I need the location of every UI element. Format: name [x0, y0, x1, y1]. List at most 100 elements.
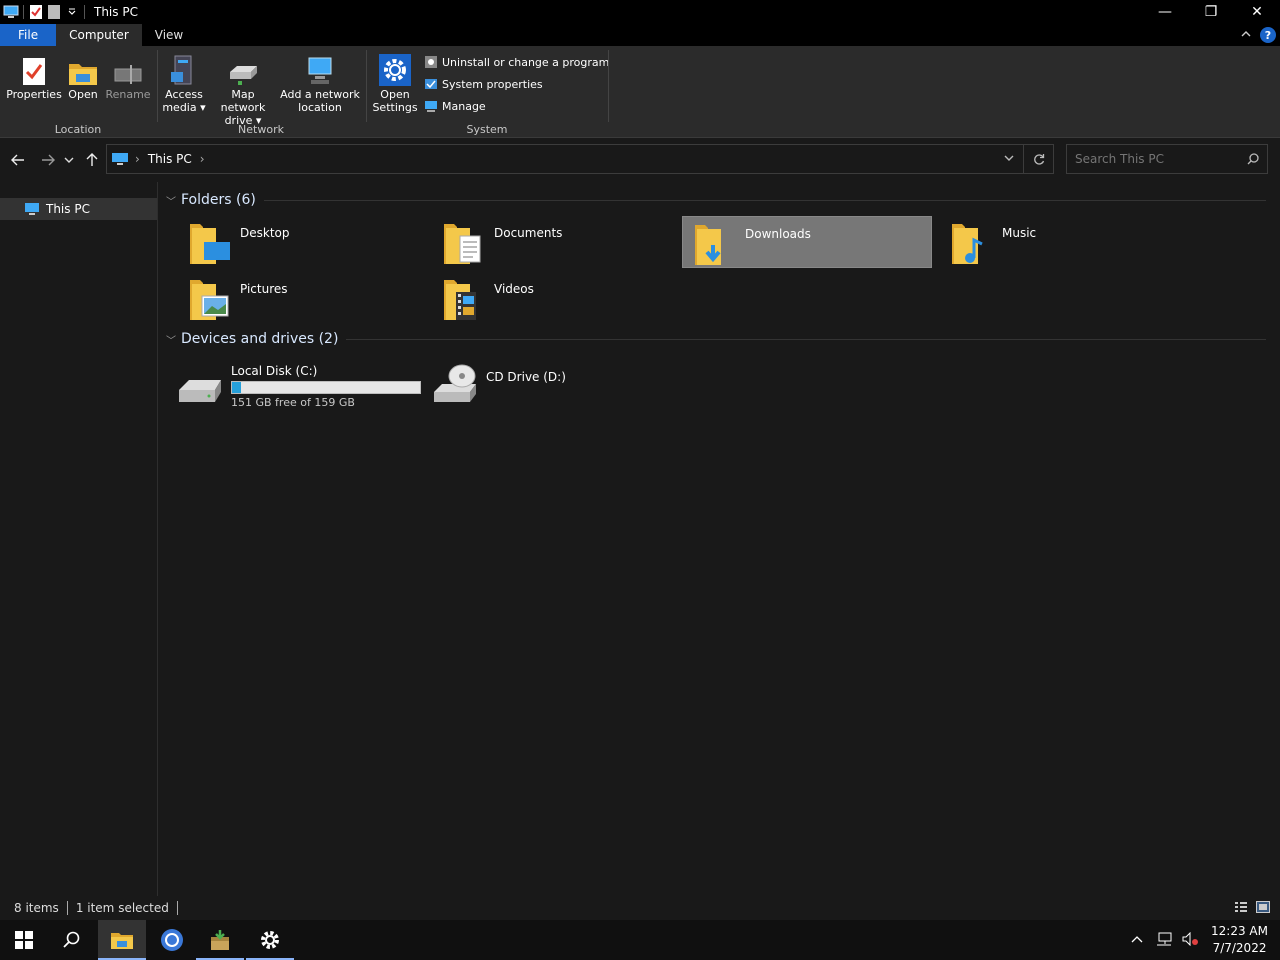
search-button[interactable] — [48, 920, 96, 960]
selection-count: 1 item selected — [75, 901, 169, 915]
collapse-ribbon-icon[interactable] — [1240, 28, 1252, 42]
search-icon — [63, 931, 80, 948]
tab-view[interactable]: View — [142, 24, 196, 46]
taskbar-chrome[interactable] — [148, 920, 196, 960]
documents-folder-icon — [440, 220, 488, 268]
nav-item-this-pc[interactable]: This PC — [0, 198, 157, 220]
close-button[interactable]: ✕ — [1234, 0, 1280, 24]
tab-file[interactable]: File — [0, 24, 57, 46]
window-title: This PC — [94, 5, 138, 19]
disk-usage-fill — [232, 382, 242, 393]
forward-button[interactable] — [38, 150, 58, 170]
address-history-button[interactable] — [1003, 152, 1015, 166]
chevron-up-icon — [1131, 936, 1143, 943]
maximize-button[interactable]: ❐ — [1188, 0, 1234, 24]
chrome-icon — [161, 929, 183, 951]
start-button[interactable] — [0, 920, 48, 960]
divider — [346, 338, 1266, 340]
folder-videos[interactable]: Videos — [422, 272, 672, 324]
manage-button[interactable]: Manage — [424, 97, 486, 115]
add-network-location-button[interactable]: Add a network location — [280, 52, 360, 114]
back-button[interactable] — [8, 150, 28, 170]
arrow-left-icon — [11, 154, 24, 166]
item-count: 8 items — [14, 901, 59, 915]
gear-icon — [261, 931, 279, 949]
folder-icon — [67, 52, 99, 86]
drive-local-disk-c[interactable]: Local Disk (C:) 151 GB free of 159 GB — [163, 356, 421, 409]
folder-downloads[interactable]: Downloads — [682, 216, 932, 268]
recent-locations-button[interactable] — [62, 150, 76, 170]
chevron-right-icon[interactable]: › — [200, 152, 205, 166]
window-controls: — ❐ ✕ — [1142, 0, 1280, 24]
folder-documents[interactable]: Documents — [422, 216, 672, 268]
address-bar[interactable]: › This PC › — [106, 144, 1054, 174]
system-properties-icon — [425, 79, 437, 89]
help-button[interactable]: ? — [1260, 27, 1276, 43]
map-network-drive-button[interactable]: Map network drive ▾ — [208, 52, 278, 127]
taskbar-archive-app[interactable] — [196, 920, 244, 960]
desktop-folder-icon — [186, 220, 234, 268]
search-input[interactable] — [1075, 152, 1245, 166]
uninstall-icon — [425, 56, 437, 68]
group-label-system: System — [466, 123, 508, 136]
new-folder-icon[interactable] — [45, 3, 63, 21]
chevron-right-icon: › — [135, 152, 140, 166]
folders-section-header[interactable]: ﹀ Folders (6) — [166, 192, 1266, 208]
taskbar: 12:23 AM 7/7/2022 — [0, 920, 1280, 960]
taskbar-settings[interactable] — [246, 920, 294, 960]
chevron-down-icon: ﹀ — [166, 335, 176, 347]
search-icon — [1247, 153, 1259, 165]
clock-time: 12:23 AM — [1211, 924, 1268, 938]
properties-icon[interactable] — [27, 3, 45, 21]
folder-music[interactable]: Music — [930, 216, 1180, 268]
search-box[interactable] — [1066, 144, 1268, 174]
network-drive-icon — [227, 52, 259, 86]
volume-muted-icon[interactable] — [1182, 931, 1199, 949]
manage-icon — [425, 101, 437, 112]
access-media-button[interactable]: Access media ▾ — [162, 52, 206, 114]
media-server-icon — [168, 52, 200, 86]
clock[interactable]: 12:23 AM 7/7/2022 — [1211, 923, 1268, 957]
taskbar-file-explorer[interactable] — [98, 920, 146, 960]
archive-icon — [211, 930, 229, 950]
videos-folder-icon — [440, 276, 488, 324]
large-icons-view-icon — [1256, 901, 1270, 913]
clock-date: 7/7/2022 — [1212, 941, 1267, 955]
open-button[interactable]: Open — [66, 52, 100, 101]
details-view-button[interactable] — [1234, 901, 1248, 916]
system-properties-button[interactable]: System properties — [424, 75, 543, 93]
divider — [23, 5, 24, 19]
drives-section-header[interactable]: ﹀ Devices and drives (2) — [166, 331, 1266, 347]
up-button[interactable] — [82, 150, 102, 170]
gear-icon — [379, 52, 411, 86]
quick-access-toolbar — [0, 0, 88, 24]
arrow-up-icon — [86, 153, 98, 166]
properties-button[interactable]: Properties — [6, 52, 62, 101]
drive-cd-d[interactable]: CD Drive (D:) — [418, 356, 668, 408]
chevron-down-icon[interactable] — [63, 3, 81, 21]
folder-pictures[interactable]: Pictures — [168, 272, 418, 324]
this-pc-icon[interactable] — [2, 3, 20, 21]
breadcrumb-this-pc[interactable]: This PC — [148, 152, 192, 166]
chevron-down-icon — [64, 157, 74, 163]
show-hidden-icons-button[interactable] — [1131, 933, 1143, 947]
tab-computer[interactable]: Computer — [56, 24, 142, 46]
uninstall-program-button[interactable]: Uninstall or change a program — [424, 53, 609, 71]
divider — [84, 5, 85, 19]
folder-desktop[interactable]: Desktop — [168, 216, 418, 268]
rename-button[interactable]: Rename — [104, 52, 152, 101]
refresh-button[interactable] — [1023, 145, 1053, 173]
minimize-button[interactable]: — — [1142, 0, 1188, 24]
network-icon[interactable] — [1156, 932, 1172, 949]
location-group: Properties Open Rename Location — [0, 46, 156, 138]
open-settings-button[interactable]: Open Settings — [371, 52, 419, 114]
divider — [66, 901, 68, 915]
music-folder-icon — [948, 220, 996, 268]
content-pane: ﹀ Folders (6) Desktop Documents Download… — [158, 182, 1280, 896]
large-icons-view-button[interactable] — [1256, 901, 1270, 916]
this-pc-icon — [25, 203, 39, 215]
hard-drive-icon — [179, 380, 221, 402]
system-tray: 12:23 AM 7/7/2022 — [1123, 920, 1280, 960]
ribbon: Properties Open Rename Location Access m… — [0, 46, 1280, 138]
file-explorer-icon — [111, 933, 133, 949]
